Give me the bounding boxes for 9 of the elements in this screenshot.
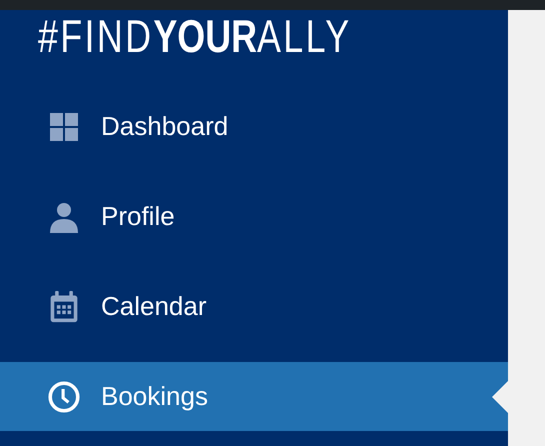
- clock-icon: [48, 380, 80, 412]
- menu-item[interactable]: Dashboard: [0, 92, 508, 161]
- person-icon: [48, 200, 80, 232]
- calendar-icon: [48, 290, 80, 322]
- menu-item[interactable]: Calendar: [0, 272, 508, 341]
- menu-item[interactable]: Bookings: [0, 362, 508, 431]
- grid-icon: [48, 110, 80, 142]
- logo: #FINDYOURALLY: [38, 10, 352, 62]
- menu-item[interactable]: Profile: [0, 182, 508, 251]
